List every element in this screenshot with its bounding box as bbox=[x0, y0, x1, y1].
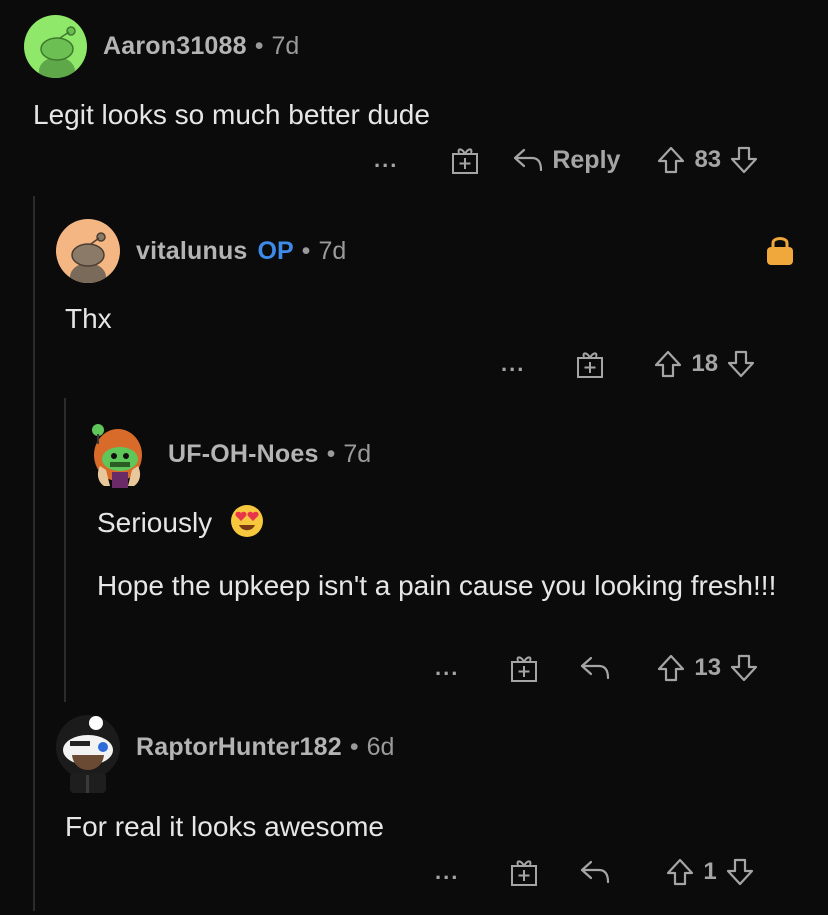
separator-dot: • bbox=[326, 439, 336, 468]
upvote-button[interactable] bbox=[656, 145, 686, 175]
upvote-arrow-icon bbox=[667, 858, 694, 886]
reply-arrow-icon bbox=[581, 860, 610, 884]
reply-arrow-icon bbox=[581, 656, 610, 680]
comment-body: For real it looks awesome bbox=[65, 811, 385, 842]
gift-icon bbox=[452, 148, 479, 174]
separator-dot: • bbox=[301, 236, 311, 265]
username[interactable]: vitalunus bbox=[136, 237, 248, 266]
reply-button[interactable] bbox=[579, 859, 611, 885]
more-options-button[interactable]: ... bbox=[501, 351, 525, 377]
comment-age: 6d bbox=[366, 732, 395, 761]
thread-line-level-1[interactable] bbox=[33, 196, 35, 911]
comment-body: Thx bbox=[65, 303, 112, 334]
vote-count: 1 bbox=[703, 858, 717, 885]
comment-body: Legit looks so much better dude bbox=[33, 99, 430, 130]
upvote-button[interactable] bbox=[656, 653, 686, 683]
comment-age: 7d bbox=[318, 236, 347, 265]
avatar[interactable] bbox=[56, 219, 120, 283]
comment-header: RaptorHunter182 • 6d bbox=[56, 715, 395, 793]
username[interactable]: Aaron31088 bbox=[103, 32, 247, 61]
more-options-button[interactable]: ... bbox=[374, 147, 398, 173]
heart-eyes-emoji-icon bbox=[230, 505, 263, 537]
vote-count: 13 bbox=[694, 654, 722, 681]
reply-arrow-icon bbox=[514, 148, 543, 172]
avatar[interactable] bbox=[88, 422, 152, 488]
downvote-arrow-icon bbox=[731, 146, 758, 174]
comment-header: vitalunus OP • 7d bbox=[56, 219, 346, 283]
separator-dot: • bbox=[254, 32, 264, 60]
award-button[interactable] bbox=[450, 145, 480, 175]
comment-actions: ... 13 bbox=[435, 648, 759, 688]
upvote-arrow-icon bbox=[658, 654, 685, 682]
custom-avatar-icon bbox=[92, 424, 142, 488]
comment-header: UF-OH-Noes • 7d bbox=[88, 422, 372, 488]
upvote-button[interactable] bbox=[665, 857, 695, 887]
comment-actions: ... 18 bbox=[501, 344, 756, 384]
username[interactable]: RaptorHunter182 bbox=[136, 733, 342, 762]
comment-age: 7d bbox=[343, 439, 372, 468]
downvote-arrow-icon bbox=[727, 350, 755, 378]
comment-actions: ... 1 bbox=[435, 852, 755, 892]
gift-icon bbox=[577, 352, 604, 378]
avatar[interactable] bbox=[24, 15, 87, 78]
snoo-avatar-icon bbox=[39, 26, 76, 78]
upvote-arrow-icon bbox=[658, 146, 685, 174]
more-options-button[interactable]: ... bbox=[435, 655, 459, 681]
award-button[interactable] bbox=[509, 653, 539, 683]
thread-line-level-2[interactable] bbox=[64, 398, 66, 702]
downvote-button[interactable] bbox=[725, 857, 755, 887]
snoo-avatar-icon bbox=[70, 232, 106, 283]
reply-button[interactable]: Reply bbox=[512, 146, 620, 175]
upvote-button[interactable] bbox=[653, 349, 683, 379]
avatar[interactable] bbox=[56, 715, 120, 793]
downvote-arrow-icon bbox=[726, 858, 753, 886]
upvote-arrow-icon bbox=[655, 350, 682, 378]
comment-age: 7d bbox=[271, 32, 300, 60]
vote-count: 83 bbox=[694, 146, 722, 173]
comment-actions: ... Reply 83 bbox=[374, 140, 759, 180]
reply-label: Reply bbox=[552, 145, 621, 174]
award-button[interactable] bbox=[575, 349, 605, 379]
op-badge: OP bbox=[257, 236, 294, 265]
gift-icon bbox=[511, 656, 538, 682]
award-button[interactable] bbox=[509, 857, 539, 887]
custom-avatar-icon bbox=[63, 716, 113, 793]
comment-thread: Aaron31088 • 7d Legit looks so much bett… bbox=[0, 0, 828, 915]
downvote-button[interactable] bbox=[729, 145, 759, 175]
downvote-button[interactable] bbox=[729, 653, 759, 683]
comment-body-line: Seriously bbox=[97, 504, 264, 541]
comment-header: Aaron31088 • 7d bbox=[24, 15, 299, 78]
separator-dot: • bbox=[349, 732, 359, 761]
reply-button[interactable] bbox=[579, 655, 611, 681]
username[interactable]: UF-OH-Noes bbox=[168, 440, 319, 469]
comment-body: Hope the upkeep isn't a pain cause you l… bbox=[97, 570, 777, 601]
comment-text: Seriously bbox=[97, 507, 213, 538]
downvote-arrow-icon bbox=[730, 654, 758, 682]
more-options-button[interactable]: ... bbox=[435, 859, 459, 885]
gift-icon bbox=[511, 860, 538, 886]
lock-icon bbox=[765, 233, 795, 272]
vote-count: 18 bbox=[691, 350, 719, 377]
downvote-button[interactable] bbox=[726, 349, 756, 379]
